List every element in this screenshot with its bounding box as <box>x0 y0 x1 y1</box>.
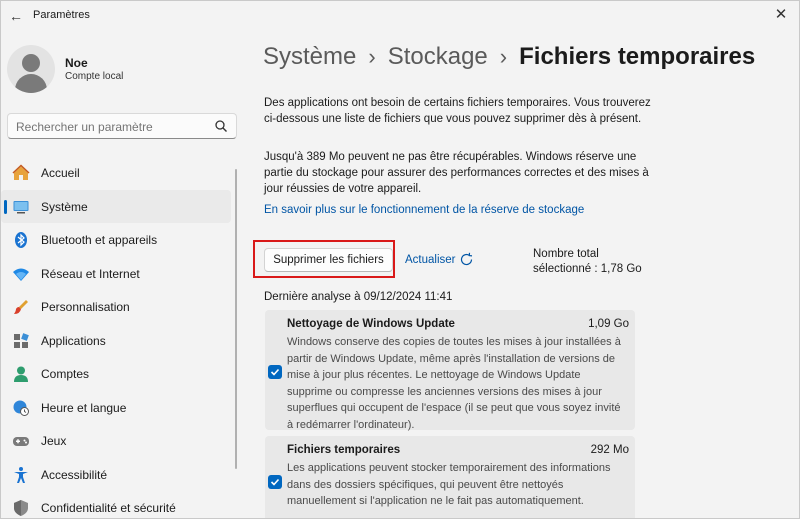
refresh-link[interactable]: Actualiser <box>405 254 456 266</box>
apps-icon <box>14 332 29 348</box>
item-description: Les applications peuvent stocker tempora… <box>287 462 611 508</box>
total-selected-value: sélectionné : 1,78 Go <box>533 263 642 275</box>
accessibility-icon <box>14 466 28 483</box>
sidebar-item-label: Bluetooth et appareils <box>41 233 158 247</box>
intro-text: Des applications ont besoin de certains … <box>264 97 651 125</box>
brush-icon <box>14 300 28 314</box>
chevron-right-icon: › <box>368 44 376 69</box>
sidebar-item-label: Jeux <box>41 434 67 448</box>
sidebar-item-label: Applications <box>41 333 106 348</box>
checkmark-icon <box>270 478 280 486</box>
close-icon[interactable]: ✕ <box>769 3 793 27</box>
globe-clock-icon <box>13 400 29 416</box>
profile-account-type: Compte local <box>65 71 124 82</box>
active-indicator <box>4 199 7 214</box>
checkbox-windows-update[interactable] <box>268 365 282 379</box>
sidebar-item-label: Personnalisation <box>41 300 130 314</box>
sidebar-scrollbar[interactable] <box>235 169 237 469</box>
item-description: Windows conserve des copies de toutes le… <box>287 336 621 431</box>
last-scan-text: Dernière analyse à 09/12/2024 11:41 <box>264 291 453 303</box>
sidebar-item-label: Système <box>41 199 88 214</box>
checkbox-temporary-files[interactable] <box>268 475 282 489</box>
sidebar-item-confidentialite[interactable]: Confidentialité et sécurité <box>1 491 237 518</box>
sidebar-item-jeux[interactable]: Jeux <box>1 424 237 458</box>
sidebar-item-reseau[interactable]: Réseau et Internet <box>1 257 237 291</box>
total-selected: Nombre total sélectionné : 1,78 Go <box>533 247 653 277</box>
chevron-right-icon: › <box>499 44 508 69</box>
search-icon[interactable] <box>214 119 228 133</box>
sidebar-item-label: Comptes <box>41 367 90 381</box>
system-icon <box>13 200 29 213</box>
avatar[interactable] <box>7 45 55 93</box>
sidebar-item-accueil[interactable]: Accueil <box>1 156 237 190</box>
home-icon <box>12 164 30 180</box>
accounts-icon <box>14 366 28 382</box>
title-bar: ← Paramètres ✕ <box>1 1 799 31</box>
reserve-info-link[interactable]: En savoir plus sur le fonctionnement de … <box>264 204 584 216</box>
sidebar-item-personnalisation[interactable]: Personnalisation <box>1 290 237 324</box>
total-selected-label: Nombre total <box>533 248 599 260</box>
sidebar-item-label: Accueil <box>41 166 80 180</box>
gamepad-icon <box>13 437 29 446</box>
sidebar-item-systeme[interactable]: Système <box>1 189 231 223</box>
shield-icon <box>14 500 28 516</box>
sidebar-item-bluetooth[interactable]: Bluetooth et appareils <box>1 223 237 257</box>
sidebar-item-applications[interactable]: Applications <box>1 324 237 358</box>
search-input[interactable] <box>14 117 218 137</box>
settings-window: ← Paramètres ✕ Noe Compte local Accueil <box>0 0 800 519</box>
sidebar-item-label: Réseau et Internet <box>41 266 140 281</box>
item-title: Fichiers temporaires <box>287 444 401 456</box>
sidebar-item-label: Heure et langue <box>41 400 127 415</box>
sidebar-item-label: Accessibilité <box>41 467 108 482</box>
bluetooth-icon <box>15 232 27 248</box>
reserve-note: Jusqu'à 389 Mo peuvent ne pas être récup… <box>264 151 649 195</box>
delete-files-button[interactable]: Supprimer les fichiers <box>264 248 393 272</box>
wifi-icon <box>13 268 29 281</box>
sidebar-item-label: Confidentialité et sécurité <box>41 501 176 515</box>
list-item[interactable]: Fichiers temporaires 292 Mo Les applicat… <box>265 436 635 518</box>
checkmark-icon <box>270 368 280 376</box>
sidebar-item-accessibilite[interactable]: Accessibilité <box>1 458 237 492</box>
sidebar-item-heure[interactable]: Heure et langue <box>1 391 237 425</box>
item-size: 292 Mo <box>590 444 629 456</box>
search-box[interactable] <box>7 113 237 139</box>
sidebar-nav: Accueil Système Bluetooth et appareils R <box>1 156 237 518</box>
item-title: Nettoyage de Windows Update <box>287 318 455 330</box>
breadcrumb: Système › Stockage › Fichiers temporaires <box>263 43 755 71</box>
breadcrumb-systeme[interactable]: Système <box>263 43 356 70</box>
page-title: Fichiers temporaires <box>519 43 756 70</box>
app-title: Paramètres <box>33 9 90 21</box>
breadcrumb-stockage[interactable]: Stockage <box>388 43 488 70</box>
sidebar-item-comptes[interactable]: Comptes <box>1 357 237 391</box>
profile-name: Noe <box>65 56 88 70</box>
list-item[interactable]: Nettoyage de Windows Update 1,09 Go Wind… <box>265 310 635 431</box>
refresh-icon[interactable] <box>459 252 474 267</box>
back-arrow-icon[interactable]: ← <box>7 7 25 25</box>
item-size: 1,09 Go <box>588 318 629 330</box>
